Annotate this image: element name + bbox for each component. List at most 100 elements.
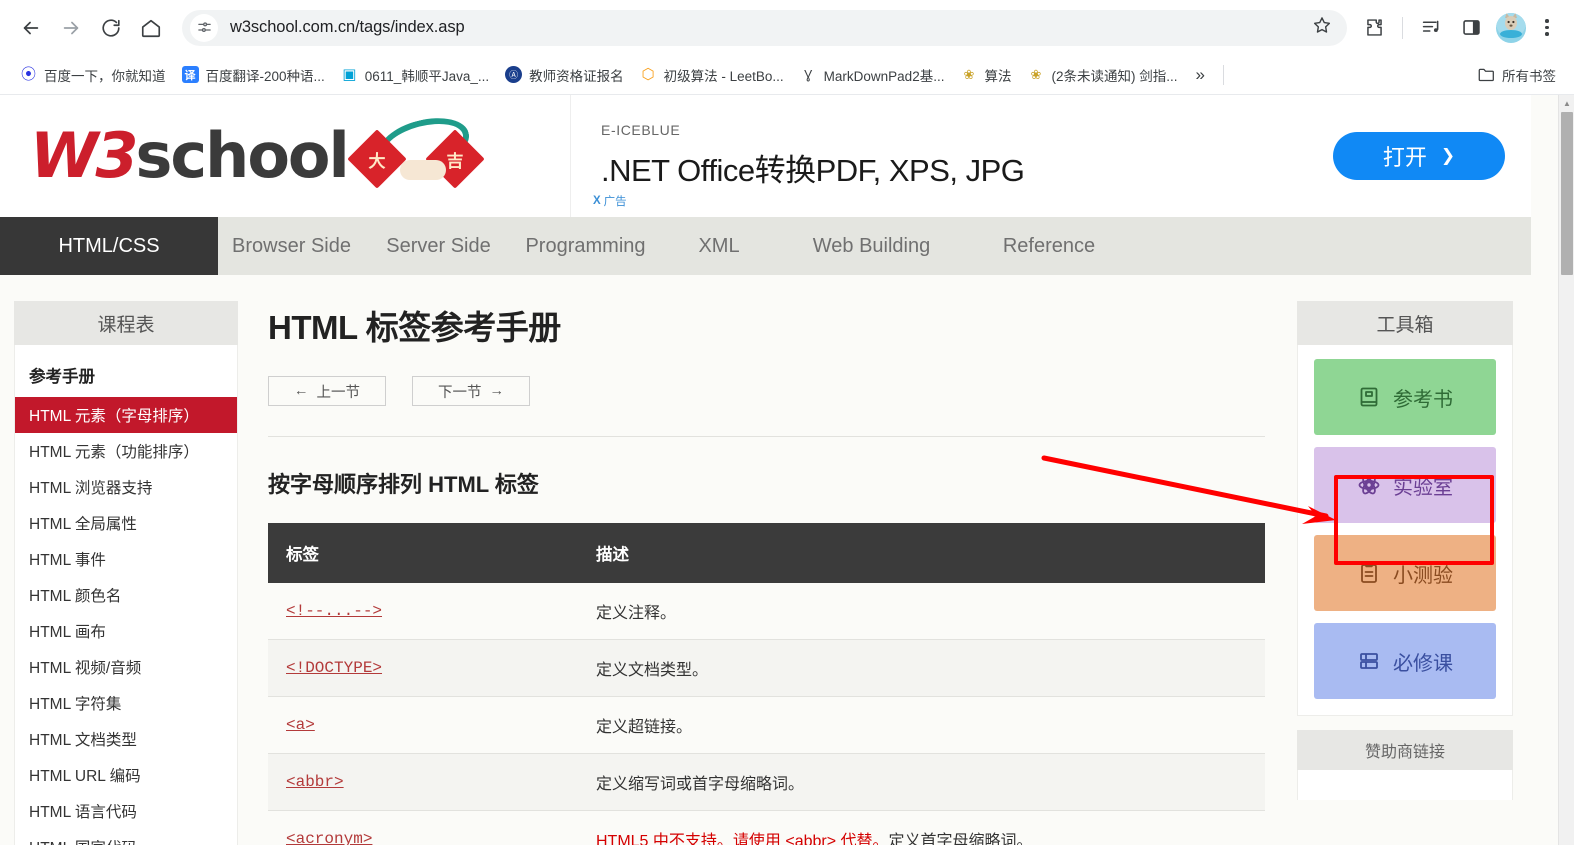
dragon-new-year-decoration-icon: 大 吉	[347, 109, 494, 196]
bookmark-star-button[interactable]	[1303, 11, 1341, 45]
media-button[interactable]	[1412, 9, 1450, 47]
table-row: <acronym> HTML5 中不支持。请使用 <abbr> 代替。定义首字母…	[268, 810, 1265, 845]
left-sidebar: 课程表 参考手册 HTML 元素（字母排序） HTML 元素（功能排序） HTM…	[0, 275, 238, 845]
bookmarks-overflow-button[interactable]: »	[1185, 63, 1214, 87]
back-button[interactable]	[12, 9, 50, 47]
tab-programming[interactable]: Programming	[512, 217, 659, 275]
back-arrow-icon	[20, 17, 42, 39]
all-bookmarks-button[interactable]: 所有书签	[1470, 61, 1564, 89]
table-cell-description: 定义缩写词或首字母缩略词。	[578, 753, 1265, 811]
tag-link[interactable]: <!--...-->	[286, 602, 382, 620]
tab-reference[interactable]: Reference	[964, 217, 1134, 275]
vertical-scrollbar[interactable]: ▲	[1558, 95, 1574, 845]
sidebar-item-html-elements-function[interactable]: HTML 元素（功能排序）	[15, 433, 237, 469]
placard-left-text: 大	[368, 151, 386, 171]
bookmark-item-ntce[interactable]: Ⓐ 教师资格证报名	[497, 61, 632, 89]
ad-text-block: E-ICEBLUE .NET Office转换PDF, XPS, JPG	[597, 122, 1333, 190]
tag-link[interactable]: <a>	[286, 716, 315, 734]
logo-w3-text: W3	[30, 119, 139, 192]
book-icon	[1357, 385, 1381, 409]
cloud-shape	[399, 160, 446, 180]
toolbox-item-quiz[interactable]: 小测验	[1314, 535, 1496, 611]
side-panel-button[interactable]	[1452, 9, 1490, 47]
tab-server-side[interactable]: Server Side	[365, 217, 512, 275]
sidebar-item-canvas[interactable]: HTML 画布	[15, 613, 237, 649]
site-header: W3school 大 吉 E-ICEBLUE .NET Office转换PDF,…	[0, 95, 1531, 217]
chevron-right-icon: ❯	[1440, 146, 1456, 165]
browser-actions	[1355, 9, 1562, 47]
atom-icon	[1357, 473, 1381, 497]
bookmark-item-markdownpad[interactable]: Ɣ MarkDownPad2基...	[792, 61, 953, 89]
main-nav-tabs: HTML/CSS Browser Side Server Side Progra…	[0, 217, 1531, 275]
sidebar-item-events[interactable]: HTML 事件	[15, 541, 237, 577]
chrome-menu-button[interactable]	[1532, 9, 1562, 47]
sidebar-item-video-audio[interactable]: HTML 视频/音频	[15, 649, 237, 685]
bookmark-item-baidu-translate[interactable]: 译 百度翻译-200种语...	[174, 61, 333, 89]
tab-html-css[interactable]: HTML/CSS	[0, 217, 218, 275]
site-logo[interactable]: W3school 大 吉	[0, 95, 570, 217]
tab-web-building[interactable]: Web Building	[779, 217, 964, 275]
tag-link[interactable]: <abbr>	[286, 773, 344, 791]
generic-bookmark-icon: ❀	[960, 66, 978, 83]
address-bar[interactable]: w3school.com.cn/tags/index.asp	[182, 9, 1347, 46]
extensions-puzzle-icon	[1364, 17, 1385, 38]
toolbox-item-laboratory[interactable]: 实验室	[1314, 447, 1496, 523]
forward-button[interactable]	[52, 9, 90, 47]
bookmark-item-baidu[interactable]: ⦿ 百度一下，你就知道	[12, 61, 174, 89]
sidebar-item-global-attributes[interactable]: HTML 全局属性	[15, 505, 237, 541]
reload-icon	[100, 17, 122, 39]
profile-button[interactable]	[1496, 12, 1526, 43]
toolbox-list: 参考书 实验室 小测验 必修课	[1297, 345, 1513, 716]
site-settings-icon[interactable]	[190, 13, 218, 42]
bookmark-item-jianzhi[interactable]: ❀ (2条未读通知) 剑指...	[1019, 61, 1185, 89]
sidebar-item-language-codes[interactable]: HTML 语言代码	[15, 793, 237, 829]
close-icon[interactable]: X	[593, 195, 601, 207]
ad-open-label: 打开	[1382, 145, 1427, 170]
extensions-button[interactable]	[1355, 9, 1393, 47]
toolbox-item-label: 小测验	[1393, 564, 1453, 587]
sidebar-item-doctype[interactable]: HTML 文档类型	[15, 721, 237, 757]
bookmark-item-suanfa[interactable]: ❀ 算法	[952, 61, 1019, 89]
sidebar-item-url-encode[interactable]: HTML URL 编码	[15, 757, 237, 793]
reload-button[interactable]	[92, 9, 130, 47]
tab-xml[interactable]: XML	[659, 217, 779, 275]
placard-right-text: 吉	[446, 151, 464, 171]
section-title: 按字母顺序排列 HTML 标签	[268, 472, 539, 497]
tag-link[interactable]: <!DOCTYPE>	[286, 659, 382, 677]
sidebar-item-browser-support[interactable]: HTML 浏览器支持	[15, 469, 237, 505]
bookmark-label: 教师资格证报名	[529, 68, 624, 84]
tag-link[interactable]: <acronym>	[286, 830, 372, 845]
home-icon	[140, 17, 162, 39]
sponsor-links-body	[1297, 770, 1513, 800]
previous-section-button[interactable]: ← 上一节	[268, 376, 386, 406]
url-text[interactable]: w3school.com.cn/tags/index.asp	[230, 18, 1303, 37]
sidebar-item-charset[interactable]: HTML 字符集	[15, 685, 237, 721]
scroll-up-arrow-icon[interactable]: ▲	[1559, 95, 1574, 111]
bookmark-label: 算法	[984, 68, 1012, 84]
bookmark-label: MarkDownPad2基...	[823, 68, 945, 84]
sidebar-item-html-elements-alpha[interactable]: HTML 元素（字母排序）	[15, 397, 237, 433]
ad-close-flag[interactable]: X 广告	[593, 193, 627, 209]
toolbox-item-reference-book[interactable]: 参考书	[1314, 359, 1496, 435]
folder-icon	[1478, 66, 1495, 83]
sidebar-item-country-codes[interactable]: HTML 国家代码	[15, 829, 237, 845]
baidu-translate-icon: 译	[181, 66, 199, 83]
logo-wordmark: W3school	[30, 125, 350, 187]
advertisement-banner[interactable]: E-ICEBLUE .NET Office转换PDF, XPS, JPG 打开 …	[570, 95, 1531, 217]
toolbox-item-required-course[interactable]: 必修课	[1314, 623, 1496, 699]
ad-open-button[interactable]: 打开 ❯	[1333, 132, 1505, 180]
bookmark-item-bilibili[interactable]: ▣ 0611_韩顺平Java_...	[333, 61, 497, 89]
table-cell-tag: <abbr>	[268, 753, 578, 811]
stack-icon	[1357, 649, 1381, 673]
sidebar-item-color-names[interactable]: HTML 颜色名	[15, 577, 237, 613]
bookmark-item-leetcode[interactable]: ⬡ 初级算法 - LeetBo...	[632, 61, 792, 89]
all-bookmarks-label: 所有书签	[1502, 68, 1556, 84]
toolbox-item-label: 实验室	[1393, 476, 1453, 499]
tab-browser-side[interactable]: Browser Side	[218, 217, 365, 275]
next-section-button[interactable]: 下一节 →	[412, 376, 530, 406]
media-list-icon	[1421, 17, 1442, 38]
scrollbar-thumb[interactable]	[1561, 112, 1573, 275]
table-body: <!--...--> 定义注释。 <!DOCTYPE> 定义文档类型。 <a> …	[268, 583, 1265, 845]
leetcode-icon: ⬡	[639, 66, 657, 83]
home-button[interactable]	[132, 9, 170, 47]
